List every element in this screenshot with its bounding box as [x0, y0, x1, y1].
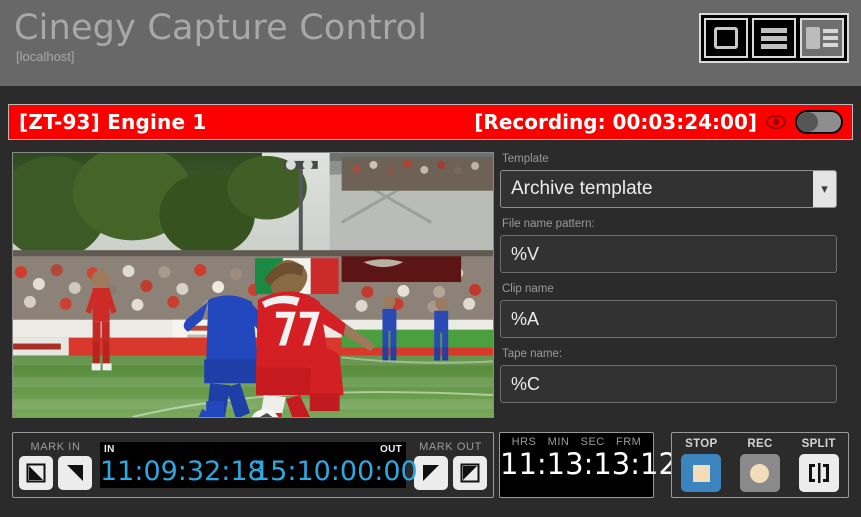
template-field: Template Archive template ▾ [500, 152, 849, 208]
detail-view-lines-icon [823, 29, 838, 47]
split-icon [808, 463, 829, 483]
rec-control: REC [739, 438, 780, 492]
mark-out-goto-button[interactable] [414, 455, 448, 490]
app-title: Cinegy Capture Control [14, 8, 428, 48]
list-view-icon [761, 43, 787, 49]
stop-control: STOP [681, 438, 722, 492]
clip-name-field: Clip name %A [500, 282, 849, 338]
file-name-pattern-field: File name pattern: %V [500, 217, 849, 273]
list-view-icon [761, 27, 787, 33]
chevron-down-icon[interactable]: ▾ [813, 171, 836, 207]
current-timecode-panel: HRS MIN SEC FRM 11:13:13:12 [499, 432, 677, 498]
list-view-button[interactable] [752, 18, 796, 58]
clock-timecode-value: 11:13:13:12 [500, 447, 677, 481]
template-label: Template [502, 153, 549, 165]
in-tag: IN [104, 444, 115, 455]
bottom-control-area: MARK IN IN 11:09:32:18 OUT 15:10:00:00 M… [0, 426, 861, 517]
detail-view-button[interactable] [800, 18, 844, 58]
out-timecode-block[interactable]: OUT 15:10:00:00 [253, 442, 418, 488]
capture-control-window: Cinegy Capture Control [localhost] [ZT-9… [0, 0, 861, 517]
toggle-knob [797, 112, 818, 132]
tape-name-input[interactable]: %C [500, 365, 837, 403]
app-header: Cinegy Capture Control [localhost] [0, 0, 861, 86]
in-timecode-value: 11:09:32:18 [100, 456, 265, 487]
detail-view-thumbnail-icon [806, 27, 820, 49]
mark-in-label: MARK IN [30, 440, 81, 453]
tape-name-field: Tape name: %C [500, 347, 849, 403]
mark-in-goto-button[interactable] [58, 455, 92, 490]
view-mode-button-group [699, 13, 849, 63]
out-timecode-value: 15:10:00:00 [253, 456, 418, 487]
recording-bar-right: [Recording: 00:03:24:00] [474, 110, 852, 134]
mark-in-boxed-triangle-icon [26, 463, 46, 482]
stop-square-icon [692, 464, 710, 482]
eye-icon[interactable] [766, 114, 786, 130]
mark-out-set-button[interactable] [453, 455, 487, 490]
list-view-icon [761, 35, 787, 41]
file-name-pattern-input[interactable]: %V [500, 235, 837, 273]
in-timecode-block[interactable]: IN 11:09:32:18 [100, 442, 265, 488]
mark-in-group: MARK IN [13, 441, 98, 490]
mark-in-triangle-icon [67, 464, 83, 481]
clock-header-row: HRS MIN SEC FRM [500, 433, 653, 448]
record-circle-icon [750, 463, 770, 483]
engine-label: [ZT-93] Engine 1 [19, 110, 207, 134]
recording-toggle-switch[interactable] [795, 110, 843, 134]
mark-in-buttons [19, 455, 92, 490]
player-red-behind [309, 348, 344, 412]
transport-controls-panel: STOP REC SPLIT [671, 432, 849, 498]
app-host-label: [localhost] [16, 49, 75, 64]
single-view-button[interactable] [704, 18, 748, 58]
mark-in-set-button[interactable] [19, 455, 53, 490]
rec-button[interactable] [739, 454, 780, 492]
stop-button[interactable] [681, 454, 722, 492]
timecode-display: IN 11:09:32:18 OUT 15:10:00:00 [100, 442, 418, 488]
video-preview-frame [13, 153, 493, 417]
split-button[interactable] [798, 454, 839, 492]
mark-out-group: MARK OUT [408, 441, 493, 490]
recording-status-bar: [ZT-93] Engine 1 [Recording: 00:03:24:00… [8, 104, 853, 140]
mark-out-buttons [414, 455, 487, 490]
video-preview[interactable] [12, 152, 494, 418]
tape-name-label: Tape name: [502, 348, 563, 360]
recording-status-text: [Recording: 00:03:24:00] [474, 110, 757, 134]
capture-settings-form: Template Archive template ▾ File name pa… [500, 152, 849, 418]
out-tag: OUT [379, 444, 402, 455]
split-label: SPLIT [801, 438, 836, 450]
file-name-pattern-label: File name pattern: [502, 218, 595, 230]
rec-label: REC [747, 438, 773, 450]
template-selected-value: Archive template [511, 178, 653, 199]
split-control: SPLIT [798, 438, 839, 492]
mark-out-label: MARK OUT [419, 440, 482, 453]
mark-timecode-panel: MARK IN IN 11:09:32:18 OUT 15:10:00:00 M… [12, 432, 494, 498]
mark-out-boxed-triangle-icon [460, 463, 480, 482]
template-select[interactable]: Archive template ▾ [500, 170, 837, 208]
stop-label: STOP [685, 438, 718, 450]
mark-out-triangle-icon [423, 464, 439, 481]
clip-name-label: Clip name [502, 283, 554, 295]
clip-name-input[interactable]: %A [500, 300, 837, 338]
single-view-icon [714, 27, 738, 49]
header-text-block: Cinegy Capture Control [localhost] [0, 0, 427, 65]
